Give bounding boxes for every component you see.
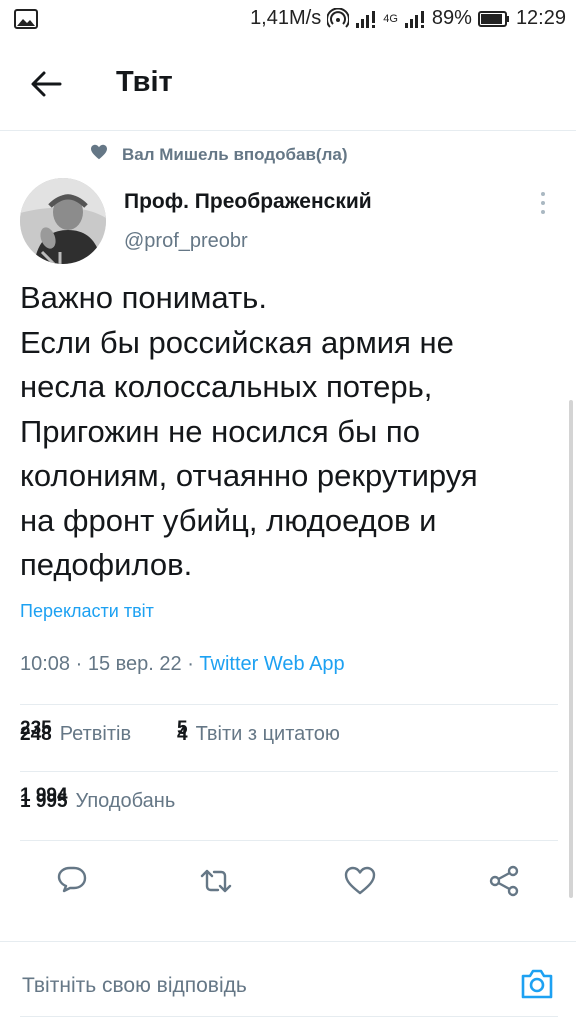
scrollbar[interactable] — [569, 400, 573, 898]
likes-stat[interactable]: 1 994 1 995 Уподобань — [20, 785, 176, 813]
reply-divider — [20, 1016, 558, 1017]
likes-label: Уподобань — [75, 790, 176, 812]
tweet-line: несла колоссальных потерь, — [20, 369, 433, 404]
arrow-left-icon[interactable] — [26, 64, 66, 104]
author-name[interactable]: Проф. Преображенский — [124, 190, 372, 214]
network-speed: 1,41M/s — [250, 7, 322, 29]
reply-icon[interactable] — [55, 864, 89, 898]
author-handle[interactable]: @prof_preobr — [124, 230, 248, 253]
image-icon — [14, 9, 38, 34]
signal-4g-icon — [404, 9, 426, 29]
quotes-count: 5 4 — [177, 718, 188, 746]
battery-icon — [477, 10, 510, 28]
source-link[interactable]: Twitter Web App — [199, 653, 344, 675]
retweets-count: 235 248 — [20, 718, 52, 746]
heart-icon — [90, 144, 108, 165]
quotes-label: Твіти з цитатою — [195, 723, 340, 745]
retweets-label: Ретвітів — [59, 723, 132, 745]
likes-count: 1 994 1 995 — [20, 785, 68, 813]
retweet-icon[interactable] — [199, 864, 233, 898]
status-bar: 1,41M/s 4G 89% 12:29 — [0, 0, 576, 40]
page-title: Твіт — [116, 66, 173, 98]
retweets-count-new: 248 — [20, 723, 52, 745]
hotspot-icon — [327, 7, 350, 30]
tweet-meta: 10:08 · 15 вер. 22 · Twitter Web App — [20, 653, 345, 676]
battery-percent: 89% — [431, 7, 472, 29]
signal-icon — [355, 9, 377, 29]
stats-row-retweets: 235 248 Ретвітів 5 4 Твіти з цитатою — [20, 704, 558, 773]
tweet-line: колониям, отчаянно рекрутируя — [20, 458, 478, 493]
tweet-line: на фронт убийц, людоедов и — [20, 502, 437, 538]
quotes-count-new: 4 — [177, 723, 188, 745]
timestamp: 10:08 · 15 вер. 22 · — [20, 653, 200, 675]
social-context-text: Вал Мишель вподобав(ла) — [122, 144, 348, 164]
social-context: Вал Мишель вподобав(ла) — [90, 144, 348, 165]
camera-icon[interactable] — [519, 966, 555, 1002]
more-vertical-icon[interactable] — [536, 190, 550, 216]
likes-count-new: 1 995 — [20, 790, 68, 812]
reply-input[interactable]: Твітніть свою відповідь — [22, 974, 247, 998]
avatar[interactable] — [20, 178, 106, 264]
tweet-text: Важно понимать. Если бы российская армия… — [20, 276, 565, 588]
tweet-line: Если бы российская армия не — [20, 324, 454, 360]
tweet-line: Пригожин не носился бы по — [20, 413, 420, 449]
retweets-stat[interactable]: 235 248 Ретвітів — [20, 718, 132, 746]
share-icon[interactable] — [487, 864, 521, 898]
reply-composer[interactable]: Твітніть свою відповідь — [0, 941, 576, 1025]
stats-row-likes: 1 994 1 995 Уподобань — [20, 771, 558, 841]
action-bar — [0, 850, 576, 912]
like-icon[interactable] — [343, 864, 377, 898]
network-type: 4G — [383, 12, 398, 25]
clock: 12:29 — [515, 7, 566, 29]
tweet-line: педофилов. — [20, 547, 193, 582]
quotes-stat[interactable]: 5 4 Твіти з цитатою — [177, 718, 340, 746]
tweet-line: Важно понимать. — [20, 280, 267, 315]
translate-link[interactable]: Перекласти твіт — [20, 601, 154, 622]
app-header: Твіт — [0, 40, 576, 131]
